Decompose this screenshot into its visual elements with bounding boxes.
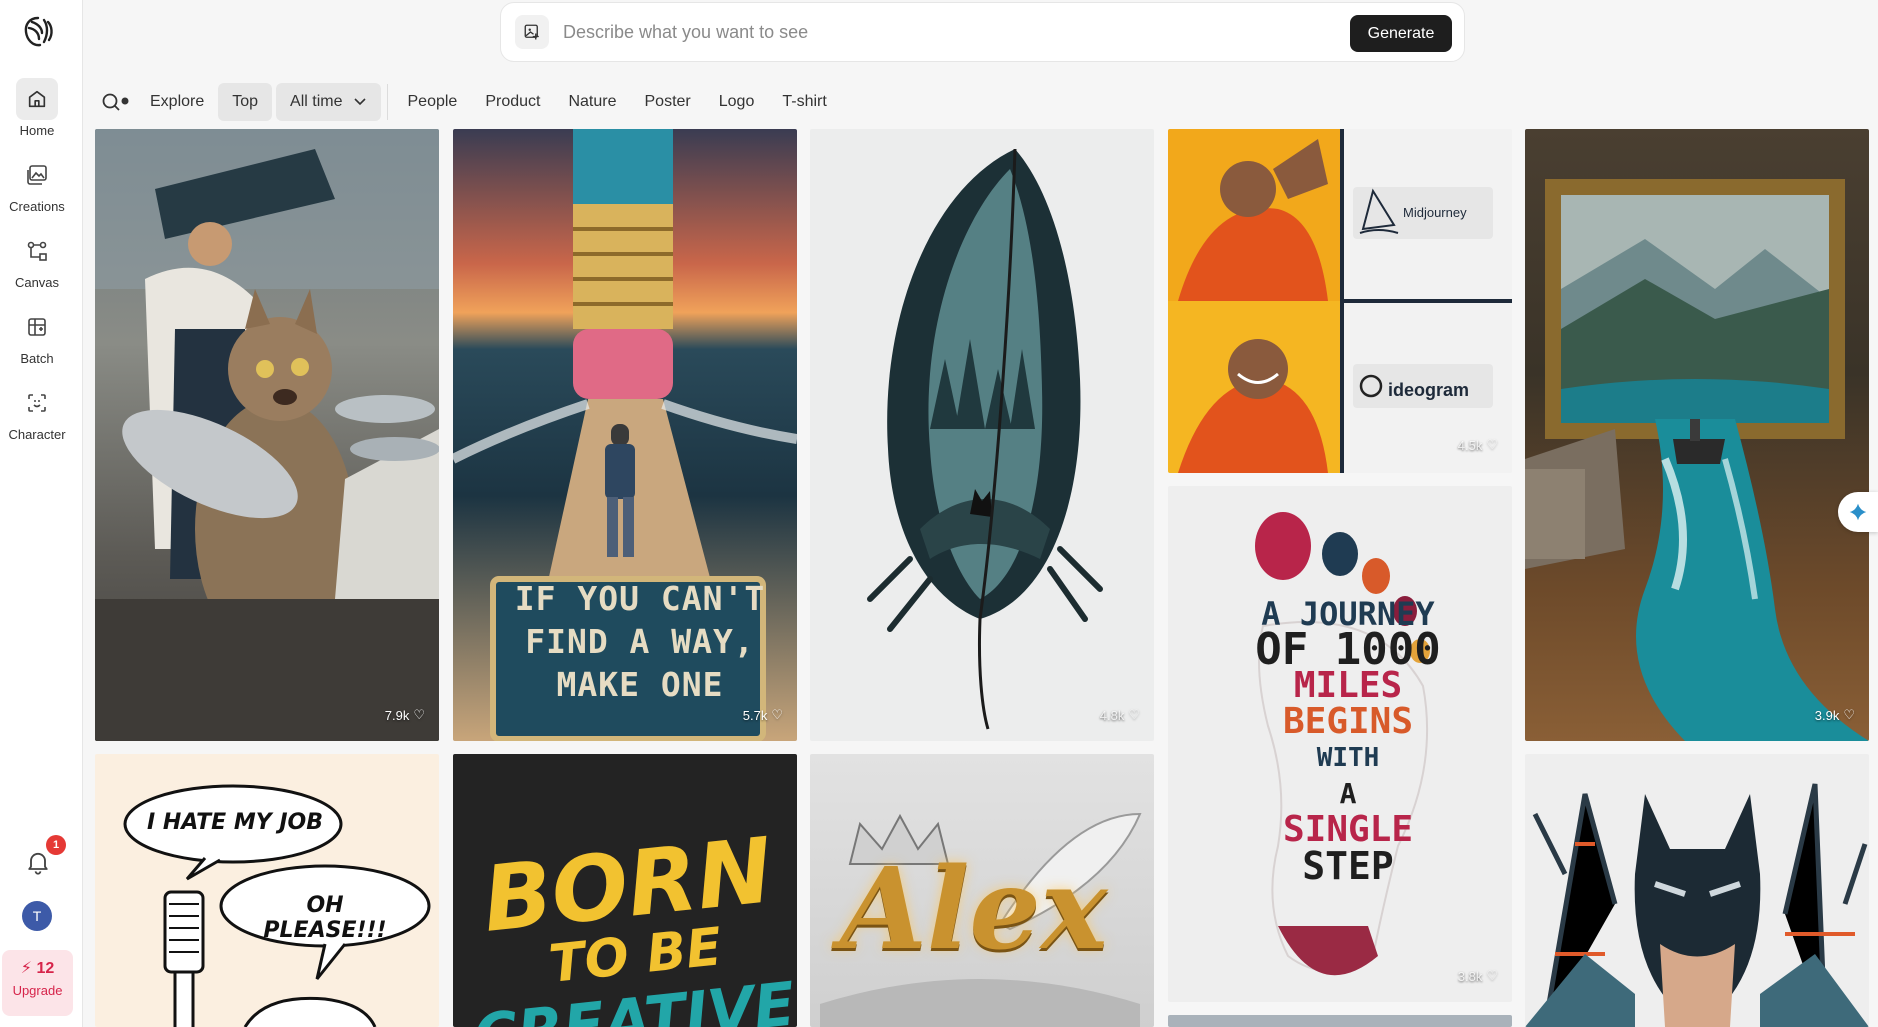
generate-button[interactable]: Generate xyxy=(1350,15,1452,52)
likes-value: 4.8k xyxy=(1099,707,1125,723)
poster-line: FIND A WAY, xyxy=(525,622,755,661)
sidebar-item-label: Home xyxy=(19,123,55,138)
likes-value: 7.9k xyxy=(384,707,410,723)
quote-line: OF 1000 xyxy=(1255,624,1441,675)
likes-value: 3.8k xyxy=(1457,968,1483,984)
gallery-image-feather-forest[interactable]: 4.8k ♡ xyxy=(810,129,1154,741)
heart-icon: ♡ xyxy=(771,707,783,722)
category-poster[interactable]: Poster xyxy=(631,83,705,121)
images-icon xyxy=(16,154,58,196)
gallery-image-painting-river[interactable]: 3.9k ♡ xyxy=(1525,129,1869,741)
ideogram-label: ideogram xyxy=(1388,380,1470,400)
explore-tab[interactable]: Explore xyxy=(136,83,218,121)
filter-bar: Explore Top All time People Product Natu… xyxy=(96,82,841,122)
like-count[interactable]: 3.8k ♡ xyxy=(1458,968,1498,984)
alex-text: Alex xyxy=(840,844,1108,975)
likes-value: 3.9k xyxy=(1814,707,1840,723)
category-people[interactable]: People xyxy=(394,83,472,121)
credits-count: ⚡ 12 xyxy=(2,958,73,978)
like-count[interactable]: 5.7k ♡ xyxy=(743,707,783,723)
like-count[interactable]: 4.8k ♡ xyxy=(1100,707,1140,723)
gallery-image-comic-toothbrush[interactable]: I HATE MY JOB OH PLEASE!!! xyxy=(95,754,439,1027)
time-range-select[interactable]: All time xyxy=(276,83,381,121)
sparkle-helper-icon[interactable] xyxy=(1838,492,1878,532)
like-count[interactable]: 3.9k ♡ xyxy=(1815,707,1855,723)
heart-icon: ♡ xyxy=(1128,707,1140,722)
poster-line: MAKE ONE xyxy=(556,665,724,704)
filter-divider xyxy=(386,84,388,120)
canvas-icon xyxy=(16,230,58,272)
notifications-bell-icon[interactable] xyxy=(24,848,52,876)
likes-value: 4.5k xyxy=(1457,437,1483,453)
gallery-image-alex-gold[interactable]: Alex xyxy=(810,754,1154,1027)
sidebar-item-batch[interactable]: Batch xyxy=(0,306,74,376)
gallery-image-drake-meme[interactable]: Midjourney ideogram 4.5k ♡ xyxy=(1168,129,1512,473)
poster-line: IF YOU CAN'T xyxy=(514,579,766,618)
credits-value: 12 xyxy=(36,960,55,977)
sidebar-item-label: Canvas xyxy=(14,275,60,290)
top-tab[interactable]: Top xyxy=(218,83,273,121)
like-count[interactable]: 4.5k ♡ xyxy=(1458,437,1498,453)
quote-line: A xyxy=(1339,777,1357,810)
category-product[interactable]: Product xyxy=(471,83,554,121)
heart-icon: ♡ xyxy=(1486,968,1498,983)
speech-bubble-text: OH PLEASE!!! xyxy=(263,893,387,943)
midjourney-label: Midjourney xyxy=(1403,205,1467,220)
notification-count-badge: 1 xyxy=(46,835,66,855)
chevron-down-icon xyxy=(353,98,366,106)
time-range-value: All time xyxy=(290,93,343,110)
gallery-image-journey-footprint[interactable]: A JOURNEY OF 1000 MILES BEGINS WITH A SI… xyxy=(1168,486,1512,1002)
prompt-bar: Describe what you want to see Generate xyxy=(500,2,1465,62)
sidebar-item-home[interactable]: Home xyxy=(0,78,74,148)
likes-value: 5.7k xyxy=(742,707,768,723)
sidebar-item-label: Character xyxy=(8,427,66,442)
image-upload-icon[interactable] xyxy=(515,15,549,49)
prompt-input[interactable]: Describe what you want to see xyxy=(563,22,808,43)
gallery-image-batman[interactable] xyxy=(1525,754,1869,1027)
gallery-image-born-creative[interactable]: BORN TO BE CREATIVE xyxy=(453,754,797,1027)
journey-quote: A JOURNEY OF 1000 MILES BEGINS WITH A SI… xyxy=(1238,596,1458,888)
character-icon xyxy=(16,382,58,424)
upgrade-label: Upgrade xyxy=(12,983,63,998)
user-avatar[interactable]: T xyxy=(22,901,52,931)
category-logo[interactable]: Logo xyxy=(705,83,769,121)
quote-line: SINGLE xyxy=(1282,809,1414,850)
sidebar-item-character[interactable]: Character xyxy=(0,382,74,452)
heart-icon: ♡ xyxy=(1486,437,1498,452)
upgrade-button[interactable]: ⚡ 12 Upgrade xyxy=(2,950,73,1016)
home-icon xyxy=(16,78,58,120)
gallery-image-partial[interactable] xyxy=(1168,1015,1512,1027)
sidebar: Home Creations Canvas Batch Character 1 … xyxy=(0,0,83,1027)
speech-bubble-text: I HATE MY JOB xyxy=(146,810,323,835)
category-nature[interactable]: Nature xyxy=(554,83,630,121)
ideogram-logo-icon[interactable] xyxy=(18,12,58,52)
sidebar-item-label: Creations xyxy=(9,199,65,214)
sidebar-item-canvas[interactable]: Canvas xyxy=(0,230,74,300)
quote-line: STEP xyxy=(1302,844,1394,888)
heart-icon: ♡ xyxy=(413,707,425,722)
quote-line: BEGINS xyxy=(1282,701,1414,742)
quote-line: WITH xyxy=(1316,743,1380,773)
category-t-shirt[interactable]: T-shirt xyxy=(768,83,840,121)
sidebar-item-label: Batch xyxy=(20,351,54,366)
pencil-poster-text: IF YOU CAN'T FIND A WAY, MAKE ONE xyxy=(513,577,767,706)
gallery-image-cat-fish[interactable]: 7.9k ♡ xyxy=(95,129,439,741)
sidebar-item-creations[interactable]: Creations xyxy=(0,154,74,224)
lightning-icon: ⚡ xyxy=(20,960,32,977)
batch-icon xyxy=(16,306,58,348)
heart-icon: ♡ xyxy=(1843,707,1855,722)
search-toggle-icon[interactable] xyxy=(96,83,136,121)
gallery-image-pencil-path[interactable]: IF YOU CAN'T FIND A WAY, MAKE ONE 5.7k ♡ xyxy=(453,129,797,741)
like-count[interactable]: 7.9k ♡ xyxy=(385,707,425,723)
